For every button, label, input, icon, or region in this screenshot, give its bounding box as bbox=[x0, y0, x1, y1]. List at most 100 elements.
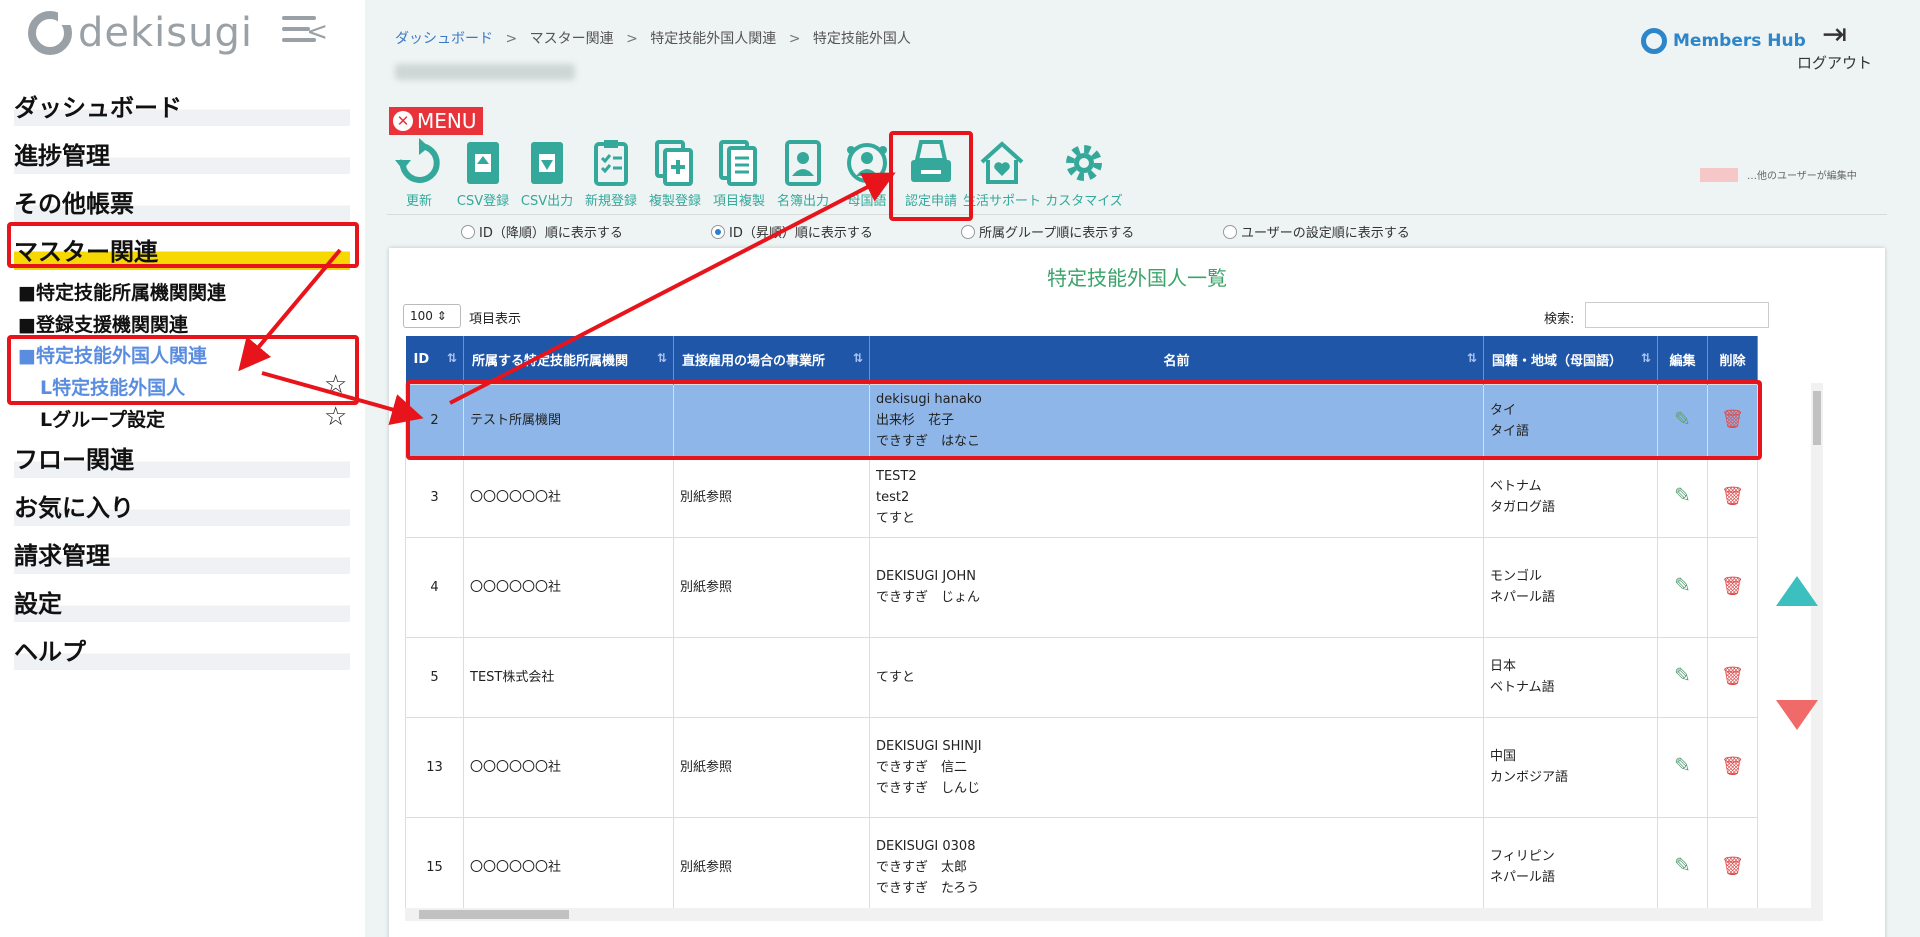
members-hub-logo[interactable]: Members Hub bbox=[1641, 28, 1806, 54]
life-support-button[interactable]: 生活サポート bbox=[963, 138, 1041, 209]
radio-icon[interactable] bbox=[711, 224, 725, 239]
table-horizontal-scrollbar[interactable] bbox=[405, 908, 1811, 921]
trash-icon[interactable]: 🗑 bbox=[1721, 756, 1744, 777]
menu-button[interactable]: ✕ MENU bbox=[389, 107, 483, 135]
wrench-icon[interactable]: ✎ bbox=[1674, 573, 1691, 597]
trash-icon[interactable]: 🗑 bbox=[1721, 576, 1744, 597]
sort-option-label: ユーザーの設定順に表示する bbox=[1241, 226, 1410, 241]
sidebar-item-favorites[interactable]: お気に入り bbox=[14, 482, 350, 526]
breadcrumb-foreign-worker-group[interactable]: 特定技能外国人関連 bbox=[650, 31, 776, 47]
cell-office bbox=[673, 636, 870, 718]
wrench-icon[interactable]: ✎ bbox=[1674, 663, 1691, 687]
sidebar-subsub-group-settings[interactable]: Lグループ設定 bbox=[40, 405, 165, 432]
name-line: dekisugi hanako bbox=[876, 392, 982, 407]
radio-icon[interactable] bbox=[961, 224, 975, 239]
trash-icon[interactable]: 🗑 bbox=[1721, 666, 1744, 687]
column-header-office[interactable]: 直接雇用の場合の事業所 ⇅ bbox=[673, 336, 870, 384]
page-size-select[interactable]: 100 ⇕ bbox=[403, 304, 461, 328]
main-area: ダッシュボード > マスター関連 > 特定技能外国人関連 > 特定技能外国人 M… bbox=[365, 0, 1920, 937]
csv-export-button[interactable]: CSV出力 bbox=[515, 138, 579, 209]
editing-legend-swatch bbox=[1700, 168, 1738, 182]
sidebar-item-settings[interactable]: 設定 bbox=[14, 578, 350, 622]
column-header-id[interactable]: ID ⇅ bbox=[405, 336, 464, 384]
sort-option-user[interactable]: ユーザーの設定順に表示する bbox=[1223, 222, 1410, 241]
sidebar-sub-foreign-worker[interactable]: ■特定技能外国人関連 bbox=[18, 341, 207, 368]
table-row[interactable]: 13 〇〇〇〇〇〇社 別紙参照 DEKISUGI SHINJI できすぎ 信二 できすぎ … bbox=[405, 716, 1758, 818]
sidebar-item-progress[interactable]: 進捗管理 bbox=[14, 130, 350, 174]
cell-id: 15 bbox=[405, 816, 464, 918]
radio-icon[interactable] bbox=[1223, 224, 1237, 239]
duplicate-items-button[interactable]: 項目複製 bbox=[707, 138, 771, 209]
wrench-icon[interactable]: ✎ bbox=[1674, 483, 1691, 507]
copy-register-button[interactable]: 複製登録 bbox=[643, 138, 707, 209]
column-header-delete: 削除 bbox=[1707, 336, 1758, 384]
sort-icon[interactable]: ⇅ bbox=[1467, 351, 1477, 365]
sidebar-subsub-foreign-worker[interactable]: L特定技能外国人 bbox=[40, 373, 185, 400]
toolbar-label: 名簿出力 bbox=[776, 194, 829, 209]
table-row[interactable]: 15 〇〇〇〇〇〇社 別紙参照 DEKISUGI 0308 できすぎ 太郎 できすぎ たろ… bbox=[405, 816, 1758, 918]
breadcrumb-dashboard[interactable]: ダッシュボード bbox=[395, 31, 493, 47]
sidebar-sub-affiliated-org[interactable]: ■特定技能所属機関関連 bbox=[18, 278, 226, 305]
roster-export-button[interactable]: 名簿出力 bbox=[771, 138, 835, 209]
table-row[interactable]: 4 〇〇〇〇〇〇社 別紙参照 DEKISUGI JOHN できすぎ じょん モンゴル ネパー… bbox=[405, 536, 1758, 638]
wrench-icon[interactable]: ✎ bbox=[1674, 407, 1691, 431]
scroll-up-arrow-icon[interactable] bbox=[1776, 576, 1818, 606]
sidebar-collapse-icon[interactable]: < bbox=[282, 16, 328, 52]
native-language-button[interactable]: 母国語 bbox=[835, 138, 899, 209]
scroll-down-arrow-icon[interactable] bbox=[1776, 700, 1818, 730]
trash-icon[interactable]: 🗑 bbox=[1721, 409, 1744, 430]
wrench-icon[interactable]: ✎ bbox=[1674, 853, 1691, 877]
column-header-org[interactable]: 所属する特定技能所属機関 ⇅ bbox=[463, 336, 674, 384]
sidebar-sub-support-org[interactable]: ■登録支援機関関連 bbox=[18, 310, 188, 337]
sort-option-id-asc[interactable]: ID（昇順）順に表示する bbox=[711, 222, 873, 241]
sort-icon[interactable]: ⇅ bbox=[447, 351, 457, 365]
csv-import-button[interactable]: CSV登録 bbox=[451, 138, 515, 209]
sort-icon[interactable]: ⇅ bbox=[657, 351, 667, 365]
customize-button[interactable]: カスタマイズ bbox=[1041, 138, 1127, 209]
new-register-button[interactable]: 新規登録 bbox=[579, 138, 643, 209]
logout-button[interactable]: ⇥ ログアウト bbox=[1797, 18, 1872, 73]
column-header-nationality[interactable]: 国籍・地域（母国語） ⇅ bbox=[1483, 336, 1658, 384]
documents-icon bbox=[719, 140, 757, 186]
nationality-line: タイ語 bbox=[1490, 423, 1530, 439]
favorite-star-icon[interactable]: ☆ bbox=[324, 370, 347, 400]
name-line: test2 bbox=[876, 489, 910, 505]
nationality-line: モンゴル bbox=[1490, 569, 1543, 584]
radio-icon[interactable] bbox=[461, 224, 475, 239]
search-input[interactable] bbox=[1585, 302, 1769, 328]
trash-icon[interactable]: 🗑 bbox=[1721, 856, 1744, 877]
breadcrumb-separator: > bbox=[626, 31, 638, 47]
trash-icon[interactable]: 🗑 bbox=[1721, 486, 1744, 507]
cell-id: 2 bbox=[405, 383, 464, 458]
table-row[interactable]: 3 〇〇〇〇〇〇社 別紙参照 TEST2 test2 てすと ベトナム タガログ語 ✎ 🗑 bbox=[405, 456, 1758, 538]
sidebar-item-billing[interactable]: 請求管理 bbox=[14, 530, 350, 574]
sidebar-item-master[interactable]: マスター関連 bbox=[14, 226, 350, 270]
name-line: てすと bbox=[876, 510, 916, 526]
wrench-icon[interactable]: ✎ bbox=[1674, 753, 1691, 777]
sidebar-item-help[interactable]: ヘルプ bbox=[14, 626, 350, 670]
sidebar-item-dashboard[interactable]: ダッシュボード bbox=[14, 82, 350, 126]
column-header-edit: 編集 bbox=[1657, 336, 1708, 384]
column-header-name[interactable]: 名前 ⇅ bbox=[869, 336, 1484, 384]
toolbar-label: 複製登録 bbox=[648, 194, 701, 209]
cell-office: 別紙参照 bbox=[673, 716, 870, 818]
breadcrumb-separator: > bbox=[788, 31, 801, 47]
cell-nationality: 中国 カンボジア語 bbox=[1483, 716, 1658, 818]
sort-option-id-desc[interactable]: ID（降順）順に表示する bbox=[461, 222, 623, 241]
sidebar-item-other-forms[interactable]: その他帳票 bbox=[14, 178, 350, 222]
table-row[interactable]: 5 TEST株式会社 てすと 日本 ベトナム語 ✎ 🗑 bbox=[405, 636, 1758, 718]
cell-name: dekisugi hanako 出来杉 花子 できすぎ はなこ bbox=[869, 383, 1484, 458]
table-vertical-scrollbar[interactable] bbox=[1811, 383, 1823, 921]
table-row[interactable]: 2 テスト所属機関 dekisugi hanako 出来杉 花子 できすぎ はなこ タイタ… bbox=[405, 383, 1758, 458]
certification-application-button[interactable]: 認定申請 bbox=[899, 138, 963, 209]
refresh-button[interactable]: 更新 bbox=[387, 138, 451, 209]
sidebar-item-flow[interactable]: フロー関連 bbox=[14, 434, 350, 478]
sort-icon[interactable]: ⇅ bbox=[853, 351, 863, 365]
sort-icon[interactable]: ⇅ bbox=[1641, 351, 1651, 365]
nationality-line: タガログ語 bbox=[1490, 500, 1556, 515]
sort-option-group[interactable]: 所属グループ順に表示する bbox=[961, 222, 1134, 241]
favorite-star-icon[interactable]: ☆ bbox=[324, 402, 347, 432]
toolbar-label: 項目複製 bbox=[712, 194, 765, 209]
breadcrumb-master[interactable]: マスター関連 bbox=[530, 31, 614, 47]
logo[interactable]: dekisugi bbox=[28, 10, 253, 56]
